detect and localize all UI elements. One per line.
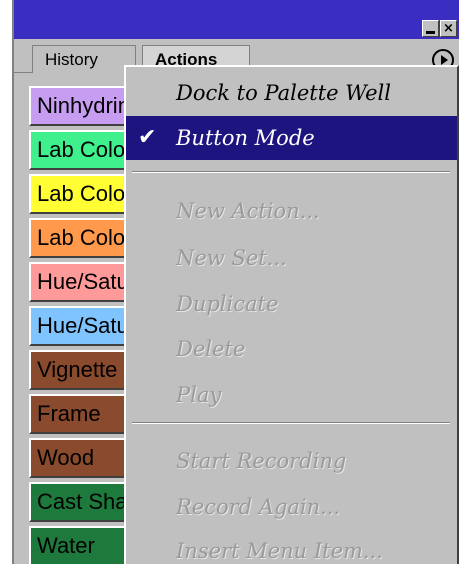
minimize-button[interactable]: [422, 20, 439, 37]
menu-separator: [132, 171, 450, 173]
menu-item-label: Dock to Palette Well: [176, 81, 391, 105]
menu-item-label: Delete: [176, 337, 246, 361]
menu-item-delete[interactable]: Delete: [126, 327, 457, 371]
close-icon: ×: [443, 21, 454, 36]
checkmark-icon: ✔: [138, 125, 157, 150]
menu-item-record-again[interactable]: Record Again...: [126, 485, 457, 529]
menu-item-label: New Set...: [176, 246, 287, 270]
minimize-icon: [426, 31, 435, 34]
close-button[interactable]: ×: [440, 20, 457, 37]
menu-item-label: Play: [176, 383, 222, 407]
menu-item-label: Insert Menu Item...: [176, 539, 383, 563]
menu-item-label: Start Recording: [176, 449, 347, 473]
menu-item-new-set[interactable]: New Set...: [126, 236, 457, 280]
menu-item-label: New Action...: [176, 199, 320, 223]
menu-item-label: Record Again...: [176, 495, 341, 519]
menu-item-label: Duplicate: [176, 292, 279, 316]
menu-item-play[interactable]: Play: [126, 373, 457, 417]
menu-item-button-mode[interactable]: ✔ Button Mode: [126, 116, 457, 160]
menu-item-duplicate[interactable]: Duplicate: [126, 282, 457, 326]
menu-item-new-action[interactable]: New Action...: [126, 189, 457, 233]
palette-titlebar[interactable]: ×: [14, 0, 459, 39]
tab-history[interactable]: History: [32, 45, 136, 73]
menu-item-label: Button Mode: [176, 126, 315, 150]
menu-item-start-recording[interactable]: Start Recording: [126, 439, 457, 483]
right-triangle-icon: [441, 55, 448, 65]
menu-item-insert-menu-item[interactable]: Insert Menu Item...: [126, 529, 457, 564]
palette-flyout-menu: Dock to Palette Well ✔ Button Mode New Acti…: [124, 65, 459, 564]
menu-item-dock-to-palette-well[interactable]: Dock to Palette Well: [126, 71, 457, 115]
menu-separator: [132, 422, 450, 424]
